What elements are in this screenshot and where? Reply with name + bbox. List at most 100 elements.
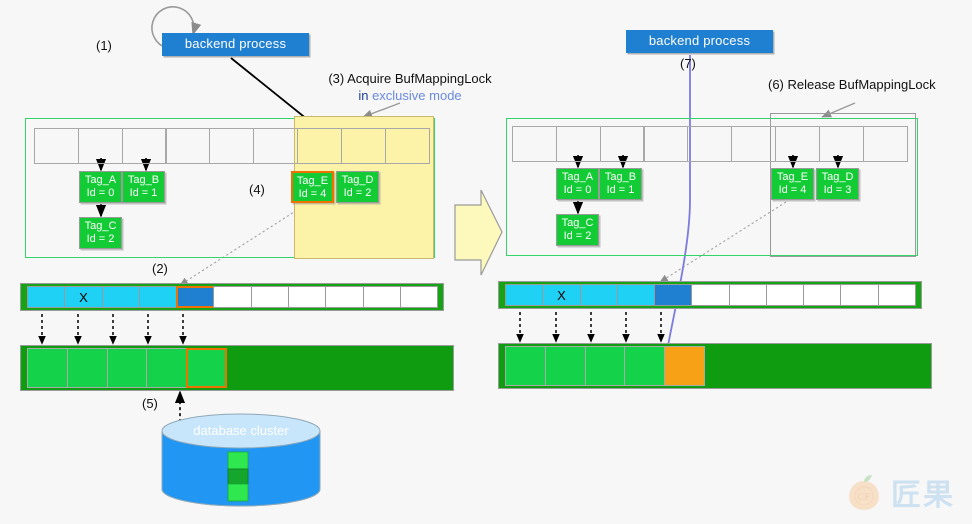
descriptor-cell[interactable] (213, 286, 252, 308)
tag-box-e[interactable]: Tag_E Id = 4 (291, 171, 334, 203)
right-bucket-row (512, 126, 908, 162)
pool-cell[interactable] (624, 346, 666, 386)
descriptor-cell[interactable] (250, 286, 290, 308)
bucket-cell[interactable] (340, 128, 386, 164)
descriptor-cell[interactable] (505, 284, 544, 306)
right-buffer-pool (498, 343, 932, 389)
step-1-label: (1) (96, 38, 112, 53)
descriptor-cell[interactable] (765, 284, 805, 306)
left-backend-process[interactable]: backend process (162, 33, 309, 56)
step-2-label: (2) (152, 261, 168, 276)
left-bucket-row (34, 128, 430, 164)
tag-name: Tag_D (821, 171, 854, 183)
tag-box-b[interactable]: Tag_B Id = 1 (122, 171, 165, 203)
bucket-cell[interactable] (774, 126, 820, 162)
descriptor-cell[interactable] (138, 286, 178, 308)
descriptor-cell[interactable] (101, 286, 140, 308)
bucket-cell[interactable] (296, 128, 342, 164)
tag-id: Id = 4 (778, 184, 807, 196)
descriptor-cell[interactable] (877, 284, 917, 306)
tag-name: Tag_B (127, 174, 160, 186)
tag-id: Id = 3 (823, 184, 852, 196)
svg-text:CF: CF (857, 493, 870, 503)
pool-cell[interactable] (66, 348, 108, 388)
tag-box-e[interactable]: Tag_E Id = 4 (771, 168, 814, 200)
bucket-cell[interactable] (555, 126, 601, 162)
step-3-in-word: in (358, 88, 369, 103)
descriptor-cell[interactable] (399, 286, 439, 308)
step-4-label: (4) (249, 182, 265, 197)
step-7-label: (7) (680, 56, 696, 71)
descriptor-cell[interactable] (325, 286, 364, 308)
descriptor-cell[interactable] (840, 284, 879, 306)
pool-cell[interactable] (106, 348, 148, 388)
tag-name: Tag_A (561, 171, 594, 183)
tag-box-a[interactable]: Tag_A Id = 0 (79, 171, 122, 203)
bucket-cell[interactable] (818, 126, 864, 162)
descriptor-cell-active[interactable] (176, 286, 215, 308)
step-3-caption: (3) Acquire BufMappingLock in exclusive … (310, 71, 510, 103)
bucket-cell[interactable] (599, 126, 645, 162)
descriptor-cell[interactable]: X (542, 284, 581, 306)
bucket-cell[interactable] (209, 128, 255, 164)
pool-cell-loaded[interactable] (664, 346, 706, 386)
tag-name: Tag_E (776, 171, 809, 183)
descriptor-cell[interactable] (362, 286, 401, 308)
pool-cell[interactable] (146, 348, 188, 388)
bucket-cell[interactable] (512, 126, 557, 162)
bucket-cell[interactable] (121, 128, 167, 164)
pool-cell[interactable] (505, 346, 546, 386)
tag-name: Tag_B (604, 171, 637, 183)
step-3-line2: in exclusive mode (310, 88, 510, 103)
descriptor-cell[interactable] (728, 284, 768, 306)
lock-caption-pointer (362, 102, 401, 118)
pool-cell[interactable] (584, 346, 626, 386)
descriptor-x-mark: X (557, 288, 566, 303)
bucket-cell[interactable] (643, 126, 689, 162)
tag-box-a[interactable]: Tag_A Id = 0 (556, 168, 599, 200)
left-desc-pool-links (38, 299, 187, 345)
bucket-cell[interactable] (165, 128, 211, 164)
pool-cell[interactable] (27, 348, 68, 388)
tag-box-d[interactable]: Tag_D Id = 2 (336, 171, 379, 203)
right-desc-pool-links (516, 297, 665, 343)
right-buffer-descriptors: X (498, 281, 922, 309)
descriptor-cell[interactable] (691, 284, 730, 306)
bucket-cell[interactable] (862, 126, 908, 162)
descriptor-cell[interactable] (616, 284, 656, 306)
bucket-cell[interactable] (687, 126, 733, 162)
left-buffer-descriptors: X (20, 283, 444, 311)
tag-id: Id = 2 (563, 230, 592, 242)
step-3-line1: (3) Acquire BufMappingLock (328, 71, 492, 86)
bucket-cell[interactable] (384, 128, 430, 164)
descriptor-cell[interactable] (27, 286, 66, 308)
tag-name: Tag_A (84, 174, 117, 186)
tag-id: Id = 0 (563, 184, 592, 196)
tag-box-c[interactable]: Tag_C Id = 2 (79, 217, 122, 249)
database-cluster-label: database cluster (193, 423, 289, 438)
tag-box-c[interactable]: Tag_C Id = 2 (556, 214, 599, 246)
tag-id: Id = 0 (86, 187, 115, 199)
tag-box-d[interactable]: Tag_D Id = 3 (816, 168, 859, 200)
tag-id: Id = 2 (86, 233, 115, 245)
tag-id: Id = 1 (129, 187, 158, 199)
tag-box-b[interactable]: Tag_B Id = 1 (599, 168, 642, 200)
descriptor-cell[interactable] (803, 284, 842, 306)
descriptor-cell[interactable]: X (64, 286, 103, 308)
descriptor-cell[interactable] (287, 286, 327, 308)
bucket-cell[interactable] (253, 128, 299, 164)
transition-block-arrow (454, 189, 503, 276)
tag-id: Id = 1 (606, 184, 635, 196)
tag-name: Tag_C (561, 217, 594, 229)
tag-name: Tag_D (341, 174, 374, 186)
right-backend-process[interactable]: backend process (626, 30, 773, 53)
bucket-cell[interactable] (731, 126, 777, 162)
pool-cell[interactable] (544, 346, 586, 386)
descriptor-cell-active[interactable] (654, 284, 693, 306)
pool-cell-selected[interactable] (186, 348, 228, 388)
bucket-cell[interactable] (34, 128, 79, 164)
descriptor-cell[interactable] (579, 284, 618, 306)
watermark-fruit-icon: CF (849, 475, 879, 510)
bucket-cell[interactable] (77, 128, 123, 164)
tag-name: Tag_C (84, 220, 117, 232)
